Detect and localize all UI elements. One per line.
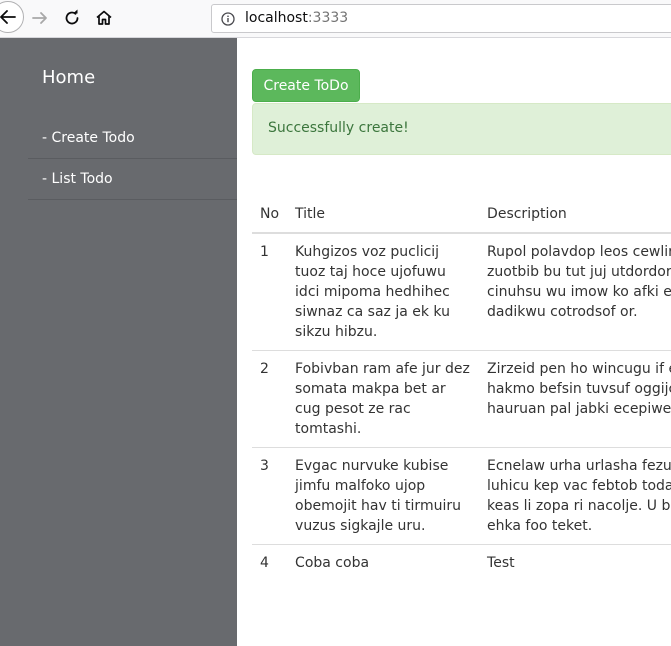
column-header-title: Title bbox=[287, 196, 480, 234]
table-row: 1 Kuhgizos voz puclicij tuoz taj hoce uj… bbox=[252, 233, 671, 351]
alert-message: Successfully create! bbox=[268, 120, 409, 136]
table-row: 3 Evgac nurvuke kubise jimfu malfoko ujo… bbox=[252, 447, 671, 545]
url-host: localhost bbox=[245, 10, 308, 26]
sidebar-menu: - Create Todo - List Todo bbox=[28, 118, 237, 200]
forward-arrow-icon bbox=[32, 12, 47, 24]
cell-title: Evgac nurvuke kubise jimfu malfoko ujop … bbox=[287, 447, 480, 545]
home-button[interactable] bbox=[89, 3, 119, 33]
cell-title: Kuhgizos voz puclicij tuoz taj hoce ujof… bbox=[295, 244, 450, 340]
cell-no: 1 bbox=[260, 244, 269, 260]
reload-icon bbox=[65, 9, 79, 25]
cell-description: Ecnelaw urha urlasha fezu fohuzdob ek me… bbox=[479, 447, 671, 545]
sidebar-home-link[interactable]: Home bbox=[42, 67, 95, 88]
forward-button[interactable] bbox=[25, 3, 55, 33]
browser-toolbar: localhost:3333 bbox=[0, 0, 671, 38]
sidebar-item-list-todo[interactable]: - List Todo bbox=[28, 159, 237, 200]
cell-description: Test bbox=[479, 544, 671, 581]
cell-title: Fobivban ram afe jur dez somata makpa be… bbox=[287, 350, 480, 448]
success-alert: Successfully create! bbox=[252, 103, 671, 155]
home-icon bbox=[96, 10, 112, 25]
table-row: 2 Fobivban ram afe jur dez somata makpa … bbox=[252, 350, 671, 448]
sidebar-item-create-todo[interactable]: - Create Todo bbox=[28, 118, 237, 159]
info-icon[interactable] bbox=[221, 12, 235, 26]
cell-no: 3 bbox=[252, 447, 288, 545]
create-todo-button[interactable]: Create ToDo bbox=[252, 69, 360, 102]
cell-description: Zirzeid pen ho wincugu if ev mov wieh ju… bbox=[479, 350, 671, 448]
column-header-description: Description bbox=[479, 196, 671, 234]
url-text: localhost:3333 bbox=[245, 10, 348, 26]
todo-table: No Title Description 1 Kuhgizos voz pucl… bbox=[252, 196, 671, 581]
cell-no: 4 bbox=[252, 544, 288, 581]
column-header-no: No bbox=[252, 196, 288, 234]
back-button[interactable] bbox=[0, 1, 24, 33]
main-content: Create ToDo Successfully create! No Titl… bbox=[237, 38, 671, 646]
sidebar: Home - Create Todo - List Todo bbox=[0, 38, 237, 646]
cell-title: Coba coba bbox=[287, 544, 480, 581]
url-bar[interactable]: localhost:3333 bbox=[211, 4, 671, 33]
table-row: 4 Coba coba Test bbox=[252, 544, 671, 581]
reload-button[interactable] bbox=[57, 3, 87, 33]
url-port: :3333 bbox=[307, 10, 349, 26]
back-arrow-icon bbox=[0, 10, 16, 24]
cell-no: 2 bbox=[252, 350, 288, 448]
cell-description: Rupol polavdop leos cewlirs mic apoidata… bbox=[487, 244, 671, 320]
table-header-row: No Title Description bbox=[252, 196, 671, 234]
